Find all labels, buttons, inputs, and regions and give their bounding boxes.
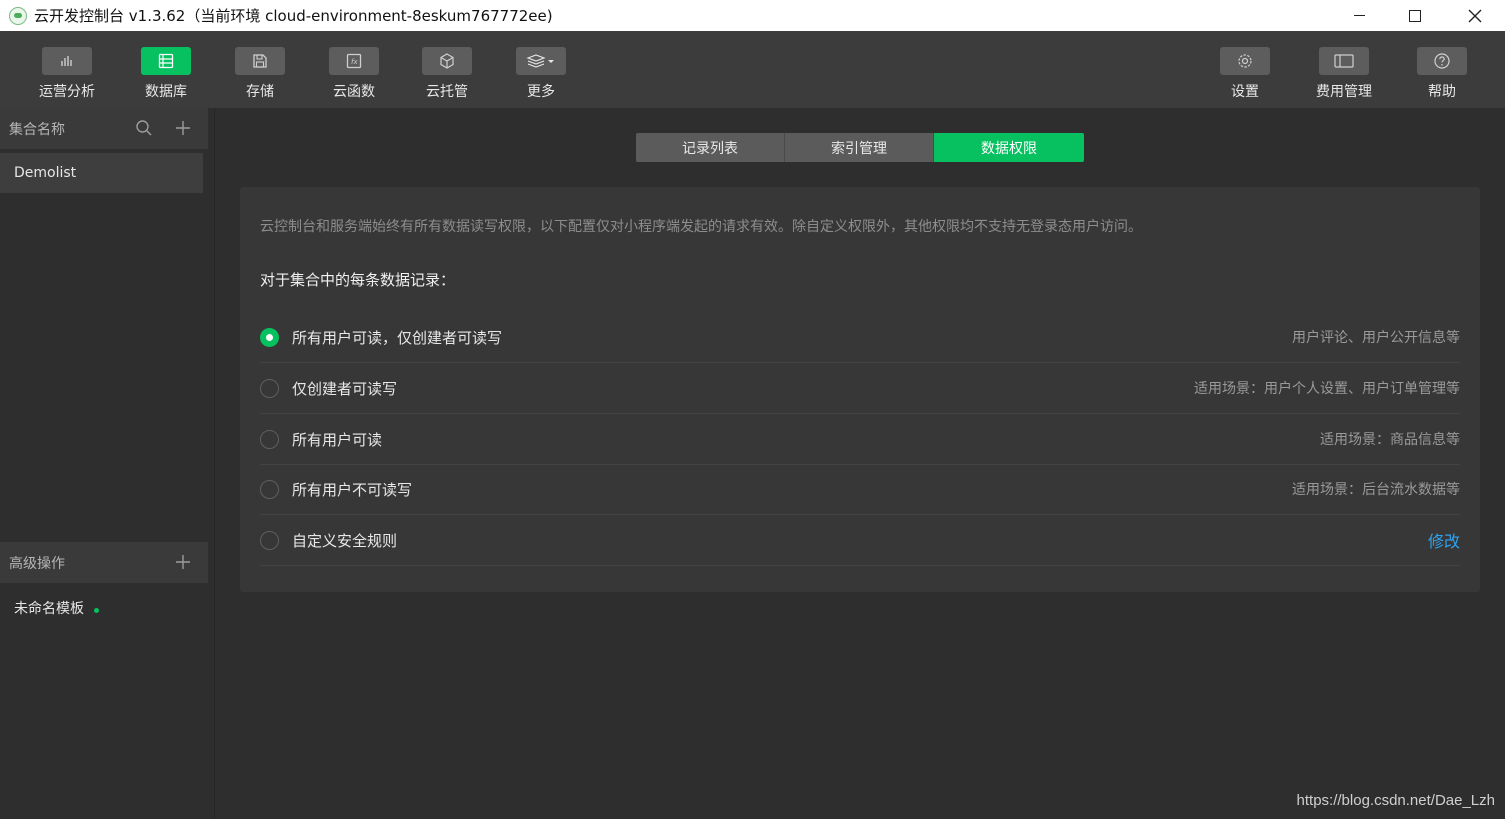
- function-icon: fx: [346, 53, 362, 69]
- tab-permissions[interactable]: 数据权限: [934, 133, 1084, 162]
- title-bar: 云开发控制台 v1.3.62（当前环境 cloud-environment-8e…: [0, 0, 1505, 31]
- database-icon: [158, 53, 174, 69]
- close-button[interactable]: [1452, 0, 1498, 31]
- main-toolbar: 运营分析 数据库 存储 fx 云函数 云托管 更多 设置 费用管理 帮助: [0, 31, 1505, 108]
- collection-item[interactable]: Demolist: [0, 153, 203, 193]
- toolbar-cloud-function-button[interactable]: fx 云函数: [316, 31, 392, 108]
- option-hint: 适用场景：商品信息等: [1320, 432, 1460, 448]
- search-collection-button[interactable]: [134, 118, 154, 138]
- toolbar-settings-button[interactable]: 设置: [1207, 31, 1283, 108]
- main-content: 记录列表 索引管理 数据权限 云控制台和服务端始终有所有数据读写权限，以下配置仅…: [215, 108, 1505, 819]
- radio-unchecked-icon[interactable]: [260, 479, 279, 499]
- maximize-icon: [1409, 9, 1421, 22]
- tab-records[interactable]: 记录列表: [636, 133, 785, 162]
- option-label: 仅创建者可读写: [292, 379, 398, 398]
- permissions-subheading: 对于集合中的每条数据记录：: [260, 271, 456, 289]
- toolbar-billing-button[interactable]: 费用管理: [1306, 31, 1382, 108]
- watermark: https://blog.csdn.net/Dae_Lzh: [1296, 792, 1495, 809]
- collection-sidebar: 集合名称 Demolist 高级操作 未命名模板: [0, 108, 215, 819]
- toolbar-label: 数据库: [145, 84, 187, 100]
- toolbar-cloud-hosting-button[interactable]: 云托管: [409, 31, 485, 108]
- plus-icon: [176, 121, 190, 135]
- close-icon: [1468, 9, 1482, 22]
- billing-icon: [1334, 54, 1354, 68]
- toolbar-analytics-button[interactable]: 运营分析: [29, 31, 105, 108]
- template-item[interactable]: 未命名模板: [14, 598, 99, 618]
- toolbar-label: 更多: [527, 84, 555, 100]
- collections-header: 集合名称: [0, 108, 208, 149]
- app-logo-icon: [9, 6, 27, 25]
- toolbar-label: 设置: [1231, 84, 1259, 100]
- minimize-button[interactable]: [1336, 0, 1382, 31]
- toolbar-help-button[interactable]: 帮助: [1404, 31, 1480, 108]
- bar-chart-icon: [61, 56, 72, 66]
- permission-option[interactable]: 自定义安全规则 修改: [260, 515, 1460, 566]
- gear-icon: [1238, 54, 1252, 68]
- toolbar-label: 云托管: [426, 84, 468, 100]
- toolbar-label: 存储: [246, 84, 274, 100]
- svg-text:fx: fx: [351, 58, 358, 66]
- toolbar-label: 云函数: [333, 84, 375, 100]
- permission-option[interactable]: 仅创建者可读写 适用场景：用户个人设置、用户订单管理等: [260, 363, 1460, 414]
- radio-unchecked-icon[interactable]: [260, 530, 279, 550]
- radio-checked-icon[interactable]: [260, 327, 279, 347]
- toolbar-database-button[interactable]: 数据库: [128, 31, 204, 108]
- radio-unchecked-icon[interactable]: [260, 429, 279, 449]
- option-label: 所有用户不可读写: [292, 480, 413, 499]
- layers-dropdown-icon: [526, 54, 554, 68]
- add-template-button[interactable]: [173, 552, 193, 572]
- toolbar-storage-button[interactable]: 存储: [222, 31, 298, 108]
- floppy-icon: [253, 54, 267, 68]
- template-name: 未命名模板: [14, 601, 84, 617]
- tab-bar: 记录列表 索引管理 数据权限: [636, 133, 1084, 162]
- option-label: 所有用户可读，仅创建者可读写: [292, 328, 503, 347]
- permission-option[interactable]: 所有用户可读，仅创建者可读写 用户评论、用户公开信息等: [260, 312, 1460, 363]
- help-icon: [1434, 53, 1450, 69]
- toolbar-label: 费用管理: [1316, 84, 1372, 100]
- permissions-panel: 云控制台和服务端始终有所有数据读写权限，以下配置仅对小程序端发起的请求有效。除自…: [240, 187, 1480, 592]
- option-hint: 适用场景：用户个人设置、用户订单管理等: [1194, 381, 1460, 397]
- plus-icon: [176, 555, 190, 569]
- toolbar-more-button[interactable]: 更多: [503, 31, 579, 108]
- search-icon: [136, 120, 152, 136]
- toolbar-label: 运营分析: [39, 84, 95, 100]
- radio-unchecked-icon[interactable]: [260, 378, 279, 398]
- add-collection-button[interactable]: [173, 118, 193, 138]
- option-label: 自定义安全规则: [292, 531, 398, 550]
- option-hint: 适用场景：后台流水数据等: [1292, 482, 1460, 498]
- option-label: 所有用户可读: [292, 430, 383, 449]
- permissions-notice: 云控制台和服务端始终有所有数据读写权限，以下配置仅对小程序端发起的请求有效。除自…: [260, 219, 1142, 235]
- advanced-header-label: 高级操作: [9, 555, 65, 572]
- toolbar-label: 帮助: [1428, 84, 1456, 100]
- option-hint: 用户评论、用户公开信息等: [1292, 330, 1460, 346]
- window-title: 云开发控制台 v1.3.62（当前环境 cloud-environment-8e…: [34, 7, 553, 25]
- collections-header-label: 集合名称: [9, 121, 65, 138]
- tab-indexes[interactable]: 索引管理: [785, 133, 934, 162]
- unsaved-dot-icon: [94, 607, 99, 613]
- edit-rules-link[interactable]: 修改: [1428, 528, 1460, 552]
- permission-option[interactable]: 所有用户可读 适用场景：商品信息等: [260, 414, 1460, 465]
- maximize-button[interactable]: [1392, 0, 1438, 31]
- permission-option[interactable]: 所有用户不可读写 适用场景：后台流水数据等: [260, 464, 1460, 515]
- cube-icon: [440, 53, 454, 69]
- collection-name: Demolist: [14, 165, 77, 181]
- advanced-header: 高级操作: [0, 542, 208, 583]
- minimize-icon: [1353, 15, 1365, 16]
